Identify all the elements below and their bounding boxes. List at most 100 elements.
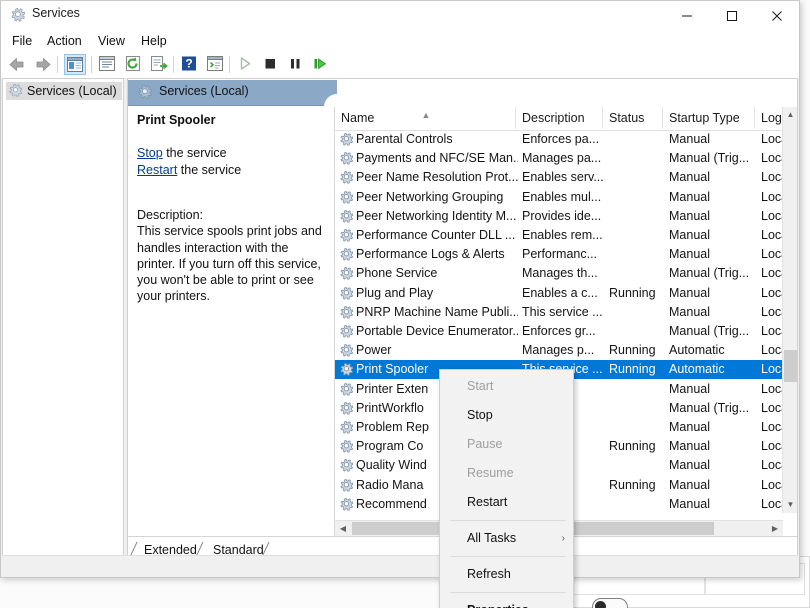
- context-menu-item-label: Properties: [467, 603, 529, 608]
- screen: Services File Action View Help ? Service…: [0, 0, 810, 608]
- back-arrow-icon: [9, 58, 24, 71]
- cell-description: This service ...: [522, 304, 603, 319]
- menu-help[interactable]: Help: [136, 32, 172, 50]
- table-row[interactable]: Payments and NFC/SE Man... Manages pa... M…: [335, 149, 783, 168]
- pause-bars-icon: [291, 59, 300, 69]
- cell-startup: Manual: [669, 420, 710, 434]
- menu-separator: [450, 556, 566, 557]
- list-header-row: Name ▲ Description Status Startup Type Log: [335, 107, 797, 131]
- context-menu-item-resume: Resume: [441, 459, 574, 488]
- show-hide-action-pane-button[interactable]: [97, 54, 119, 75]
- pause-service-button[interactable]: [285, 54, 307, 75]
- service-gear-icon: [339, 401, 354, 416]
- close-icon: [771, 10, 782, 21]
- service-gear-icon: [339, 420, 354, 435]
- toolbar-separator-1: [57, 56, 58, 73]
- service-gear-icon: [339, 439, 354, 454]
- restart-service-button[interactable]: [310, 54, 332, 75]
- services-gear-icon: [10, 7, 26, 23]
- menu-view[interactable]: View: [93, 32, 130, 50]
- stop-service-row: Stop the service: [137, 145, 241, 162]
- table-row[interactable]: Performance Logs & Alerts Performanc... Ma…: [335, 245, 783, 264]
- context-menu-item-all-tasks[interactable]: All Tasks ›: [441, 524, 574, 553]
- refresh-button[interactable]: [123, 54, 145, 75]
- cell-logon: Locä: [761, 362, 783, 377]
- scroll-up-arrow[interactable]: ▲: [783, 107, 797, 123]
- context-menu-item-label: All Tasks: [467, 531, 517, 545]
- cell-name: PNRP Machine Name Publi...: [356, 304, 518, 319]
- context-menu-item-stop[interactable]: Stop: [441, 401, 574, 430]
- export-list-button[interactable]: [149, 54, 171, 75]
- list-column-header-description[interactable]: Description: [516, 107, 603, 129]
- context-menu-item-label: Stop: [467, 408, 493, 422]
- cell-name: Performance Counter DLL ...: [356, 228, 516, 242]
- list-column-header-startup-type[interactable]: Startup Type: [663, 107, 755, 129]
- cell-status: Running: [609, 477, 656, 492]
- scroll-right-arrow[interactable]: ▶: [767, 521, 783, 536]
- console-tree-pane: Services (Local): [2, 78, 124, 564]
- cell-name: Payments and NFC/SE Man...: [356, 151, 518, 166]
- vertical-scroll-thumb[interactable]: [784, 350, 797, 382]
- cell-name: Performance Logs & Alerts: [356, 247, 505, 262]
- context-menu-item-label: Pause: [467, 437, 503, 451]
- action-pane-icon: [99, 56, 115, 71]
- scroll-left-arrow[interactable]: ◀: [335, 521, 351, 536]
- toolbar-separator-3: [173, 56, 174, 73]
- cell-logon: Locä: [761, 381, 783, 396]
- cell-startup: Manual: [669, 170, 710, 185]
- table-row[interactable]: PNRP Machine Name Publi... This service .…: [335, 303, 783, 322]
- service-gear-icon: [339, 286, 354, 301]
- minimize-button[interactable]: [664, 1, 709, 30]
- cell-description: Manages th...: [522, 266, 598, 281]
- list-vertical-scrollbar[interactable]: ▲ ▼: [782, 107, 797, 513]
- list-column-header-log[interactable]: Log: [755, 107, 783, 129]
- cell-logon: Locä: [761, 324, 783, 338]
- table-row[interactable]: Peer Name Resolution Prot... Enables serv…: [335, 168, 783, 187]
- service-action-links: Stop the service Restart the service: [137, 145, 241, 179]
- cell-logon: Locä: [761, 132, 783, 146]
- context-menu-item-label: Refresh: [467, 567, 511, 581]
- service-gear-icon: [339, 170, 354, 185]
- tree-node-services-local[interactable]: Services (Local): [6, 82, 122, 100]
- list-column-header-name[interactable]: Name: [335, 107, 516, 129]
- table-row[interactable]: Portable Device Enumerator... Enforces gr…: [335, 322, 783, 341]
- start-service-button[interactable]: [235, 54, 257, 75]
- properties-button[interactable]: [205, 54, 227, 75]
- scroll-down-arrow[interactable]: ▼: [783, 497, 797, 513]
- menu-file[interactable]: File: [7, 32, 37, 50]
- table-row[interactable]: Plug and Play Enables a c... Running Manual…: [335, 284, 783, 303]
- menu-action[interactable]: Action: [42, 32, 87, 50]
- restart-service-link[interactable]: Restart: [137, 163, 177, 177]
- context-menu-item-refresh[interactable]: Refresh: [441, 560, 574, 589]
- table-row[interactable]: Power Manages p... Running Automatic Locä: [335, 341, 783, 360]
- stop-service-button[interactable]: [260, 54, 282, 75]
- list-column-header-status[interactable]: Status: [603, 107, 663, 129]
- table-row[interactable]: Peer Networking Identity M... Provides id…: [335, 207, 783, 226]
- service-gear-icon: [339, 305, 354, 320]
- cell-logon: Locä: [761, 496, 783, 511]
- service-gear-icon: [339, 497, 354, 512]
- table-row[interactable]: Phone Service Manages th... Manual (Trig..…: [335, 264, 783, 283]
- stop-service-link[interactable]: Stop: [137, 146, 163, 160]
- help-button[interactable]: ?: [179, 54, 201, 75]
- cell-logon: Locä: [761, 285, 783, 300]
- cell-logon: Locä: [761, 170, 783, 185]
- cell-name: Portable Device Enumerator...: [356, 324, 518, 338]
- context-menu-item-start: Start: [441, 372, 574, 401]
- show-hide-console-tree-button[interactable]: [64, 54, 86, 75]
- table-row[interactable]: Parental Controls Enforces pa... Manual Loc…: [335, 130, 783, 149]
- maximize-button[interactable]: [709, 1, 754, 30]
- cell-startup: Manual (Trig...: [669, 400, 750, 415]
- cell-description: Enforces pa...: [522, 132, 600, 146]
- table-row[interactable]: Performance Counter DLL ... Enables rem..…: [335, 226, 783, 245]
- forward-button[interactable]: [31, 54, 53, 75]
- back-button[interactable]: [7, 54, 29, 75]
- context-menu-item-properties[interactable]: Properties: [441, 596, 574, 608]
- context-menu-item-restart[interactable]: Restart: [441, 488, 574, 517]
- restart-icon: [314, 58, 326, 69]
- title-bar: Services: [1, 1, 799, 30]
- cell-description: Enables mul...: [522, 189, 602, 204]
- table-row[interactable]: Peer Networking Grouping Enables mul... Ma…: [335, 188, 783, 207]
- close-button[interactable]: [754, 1, 799, 30]
- cell-status: [609, 380, 665, 399]
